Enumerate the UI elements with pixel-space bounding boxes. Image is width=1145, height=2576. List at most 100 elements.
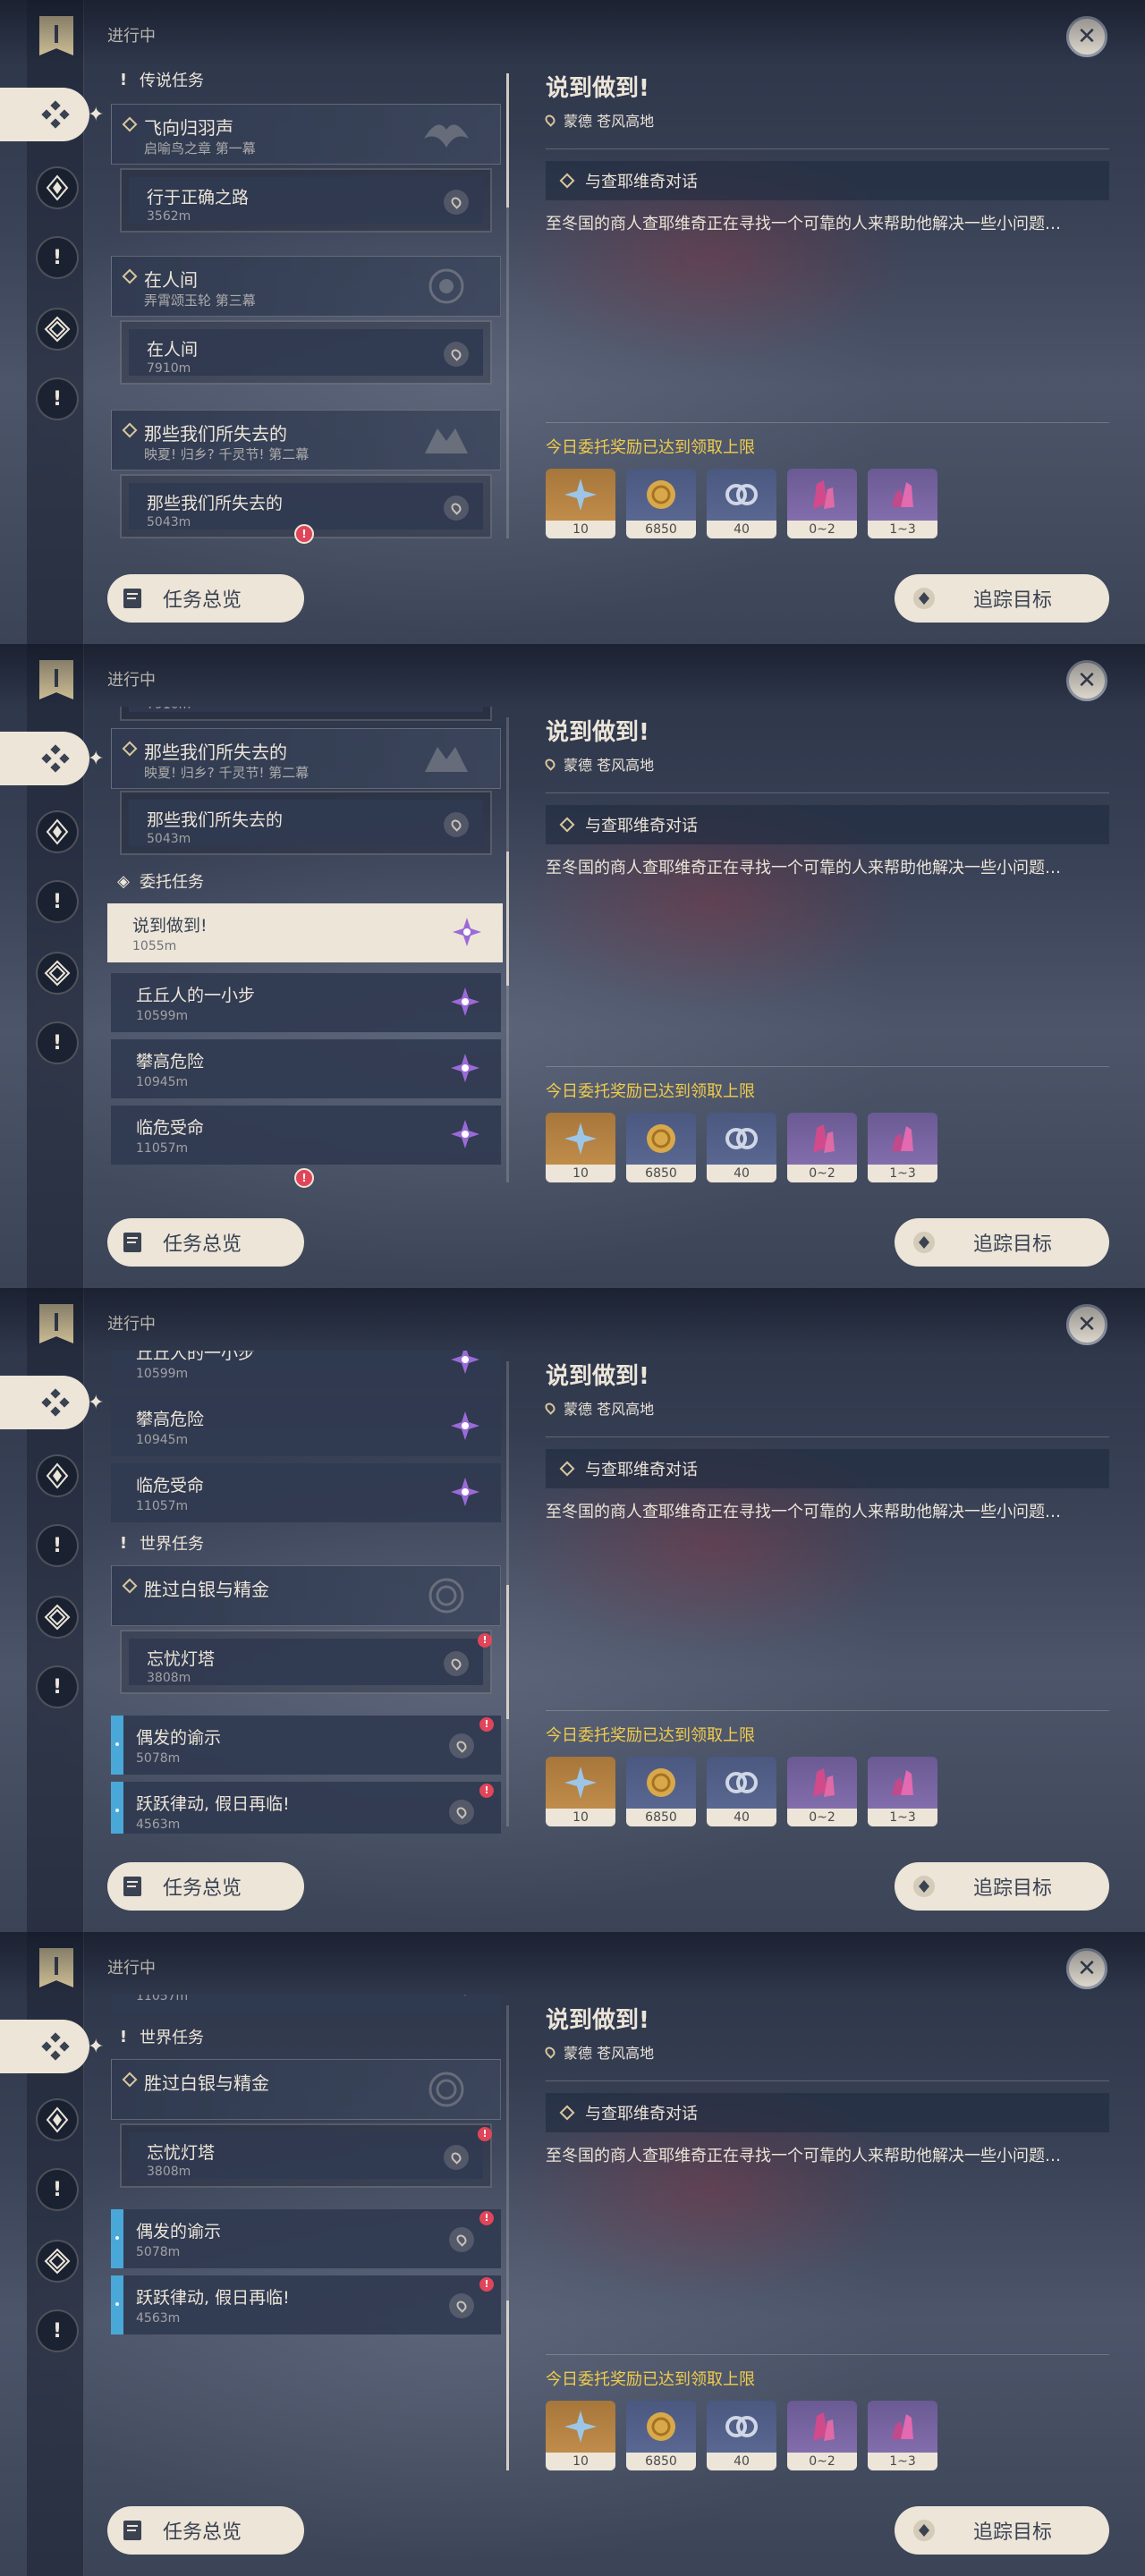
rail-tab-world[interactable]: !	[36, 1021, 79, 1064]
map-pin-icon[interactable]	[444, 812, 469, 837]
rail-tab-legend[interactable]: !	[36, 236, 79, 279]
commission-item[interactable]: 丘丘人的一小步 10599m	[111, 973, 501, 1032]
reward-item[interactable]: 6850	[626, 2401, 696, 2470]
list-scrollbar[interactable]	[506, 717, 509, 1182]
scroll-thumb[interactable]	[506, 1585, 509, 1719]
scroll-thumb[interactable]	[506, 73, 509, 208]
map-pin-icon[interactable]	[444, 190, 469, 215]
quest-chapter-renjian[interactable]: 在人间 弄霄颂玉轮 第三幕	[111, 256, 501, 317]
reward-item[interactable]: 6850	[626, 1113, 696, 1182]
quest-overview-button[interactable]: 任务总览	[107, 574, 304, 623]
map-pin-icon[interactable]	[444, 496, 469, 521]
quest-step-shiqu[interactable]: 那些我们所失去的 5043m	[120, 791, 492, 855]
commission-item[interactable]: 临危受命 11057m	[111, 1463, 501, 1522]
rail-tab-commission[interactable]	[36, 308, 79, 351]
map-pin-icon[interactable]	[449, 1733, 474, 1758]
map-pin-icon[interactable]	[444, 1651, 469, 1676]
commission-distance: 11057m	[136, 1995, 189, 2004]
reward-item[interactable]: 40	[707, 2401, 776, 2470]
quest-step-baiyin[interactable]: 忘忧灯塔 3808m !	[120, 1630, 492, 1694]
reward-item[interactable]: 40	[707, 1113, 776, 1182]
quest-chapter-baiyin[interactable]: 胜过白银与精金	[111, 1565, 501, 1626]
rail-tab-archon[interactable]	[36, 1454, 79, 1497]
commission-item[interactable]: 攀高危险 10945m	[111, 1039, 501, 1098]
rail-tab-all[interactable]	[0, 1376, 89, 1429]
rail-tab-commission[interactable]	[36, 1596, 79, 1639]
track-target-button[interactable]: 追踪目标	[895, 1862, 1109, 1911]
close-button[interactable]: ✕	[1066, 660, 1107, 701]
rail-tab-all[interactable]	[0, 2020, 89, 2073]
section-commission: ◈ 委托任务	[117, 871, 204, 893]
reward-item[interactable]: 10	[546, 469, 615, 538]
rail-tab-legend[interactable]: !	[36, 2168, 79, 2211]
quest-chapter-shiqu[interactable]: 那些我们所失去的 映夏! 归乡? 千灵节! 第二幕	[111, 410, 501, 470]
map-pin-icon[interactable]	[444, 342, 469, 367]
list-scrollbar[interactable]	[506, 2005, 509, 2470]
rail-tab-world[interactable]: !	[36, 2309, 79, 2352]
reward-item[interactable]: 0~2	[787, 1757, 857, 1826]
map-pin-icon[interactable]	[449, 2227, 474, 2252]
quest-step-renjian[interactable]: 在人间 7910m	[120, 320, 492, 385]
rail-tab-all[interactable]	[0, 732, 89, 785]
close-button[interactable]: ✕	[1066, 16, 1107, 57]
rail-tab-world[interactable]: !	[36, 377, 79, 420]
reward-item[interactable]: 40	[707, 1757, 776, 1826]
track-target-button[interactable]: 追踪目标	[895, 574, 1109, 623]
reward-item[interactable]: 10	[546, 1757, 615, 1826]
rail-tab-legend[interactable]: !	[36, 1524, 79, 1567]
rail-tab-world[interactable]: !	[36, 1665, 79, 1708]
scroll-thumb[interactable]	[506, 852, 509, 986]
reward-item[interactable]: 1~3	[868, 1113, 937, 1182]
quest-chapter-baiyin[interactable]: 胜过白银与精金	[111, 2059, 501, 2120]
alert-badge-icon: !	[478, 2127, 492, 2141]
commission-item[interactable]: 临危受命 11057m	[111, 1106, 501, 1165]
world-quest-item[interactable]: 偶发的谕示 5078m !	[111, 1716, 501, 1775]
rail-tab-archon[interactable]	[36, 810, 79, 853]
reward-item[interactable]: 10	[546, 2401, 615, 2470]
list-scrollbar[interactable]	[506, 73, 509, 538]
reward-item[interactable]: 0~2	[787, 2401, 857, 2470]
map-pin-icon[interactable]	[444, 2145, 469, 2170]
quest-step-baiyin[interactable]: 忘忧灯塔 3808m !	[120, 2123, 492, 2188]
commission-item[interactable]: 丘丘人的一小步 10599m	[111, 1351, 501, 1390]
rail-tab-all[interactable]	[0, 88, 89, 141]
reward-item[interactable]: 10	[546, 1113, 615, 1182]
reward-item[interactable]: 6850	[626, 1757, 696, 1826]
map-pin-icon[interactable]	[449, 2293, 474, 2318]
quest-step-feixiang[interactable]: 行于正确之路 3562m	[120, 168, 492, 233]
reward-item[interactable]: 1~3	[868, 2401, 937, 2470]
world-quest-marker	[111, 2209, 123, 2268]
quest-chapter-shiqu[interactable]: 那些我们所失去的 映夏! 归乡? 千灵节! 第二幕	[111, 728, 501, 789]
commission-item[interactable]: 临危受命 11057m	[111, 1995, 501, 2012]
world-quest-item[interactable]: 跃跃律动, 假日再临! 4563m !	[111, 1782, 501, 1834]
track-target-button[interactable]: 追踪目标	[895, 1218, 1109, 1267]
reward-item[interactable]: 1~3	[868, 469, 937, 538]
commission-item-selected[interactable]: 说到做到! 1055m	[107, 903, 503, 962]
quest-overview-button[interactable]: 任务总览	[107, 1862, 304, 1911]
list-scrollbar[interactable]	[506, 1361, 509, 1826]
close-button[interactable]: ✕	[1066, 1304, 1107, 1345]
world-quest-item[interactable]: 跃跃律动, 假日再临! 4563m !	[111, 2275, 501, 2334]
rail-tab-archon[interactable]	[36, 166, 79, 209]
rail-tab-commission[interactable]	[36, 952, 79, 995]
map-pin-icon[interactable]	[449, 1800, 474, 1825]
quest-chapter-feixiang[interactable]: 飞向归羽声 启喻鸟之章 第一幕	[111, 104, 501, 165]
reward-item[interactable]: 0~2	[787, 1113, 857, 1182]
quest-step-renjian[interactable]: 7910m	[120, 707, 492, 721]
scroll-thumb[interactable]	[506, 2301, 509, 2470]
quest-diamond-icon	[122, 422, 138, 438]
reward-item[interactable]: 1~3	[868, 1757, 937, 1826]
close-button[interactable]: ✕	[1066, 1948, 1107, 1989]
quest-overview-button[interactable]: 任务总览	[107, 1218, 304, 1267]
world-quest-item[interactable]: 偶发的谕示 5078m !	[111, 2209, 501, 2268]
rail-tab-legend[interactable]: !	[36, 880, 79, 923]
reward-item[interactable]: 0~2	[787, 469, 857, 538]
rail-tab-archon[interactable]	[36, 2098, 79, 2141]
reward-item[interactable]: 40	[707, 469, 776, 538]
step-distance: 7910m	[147, 707, 191, 712]
quest-overview-button[interactable]: 任务总览	[107, 2506, 304, 2555]
commission-item[interactable]: 攀高危险 10945m	[111, 1397, 501, 1456]
rail-tab-commission[interactable]	[36, 2240, 79, 2283]
reward-item[interactable]: 6850	[626, 469, 696, 538]
track-target-button[interactable]: 追踪目标	[895, 2506, 1109, 2555]
